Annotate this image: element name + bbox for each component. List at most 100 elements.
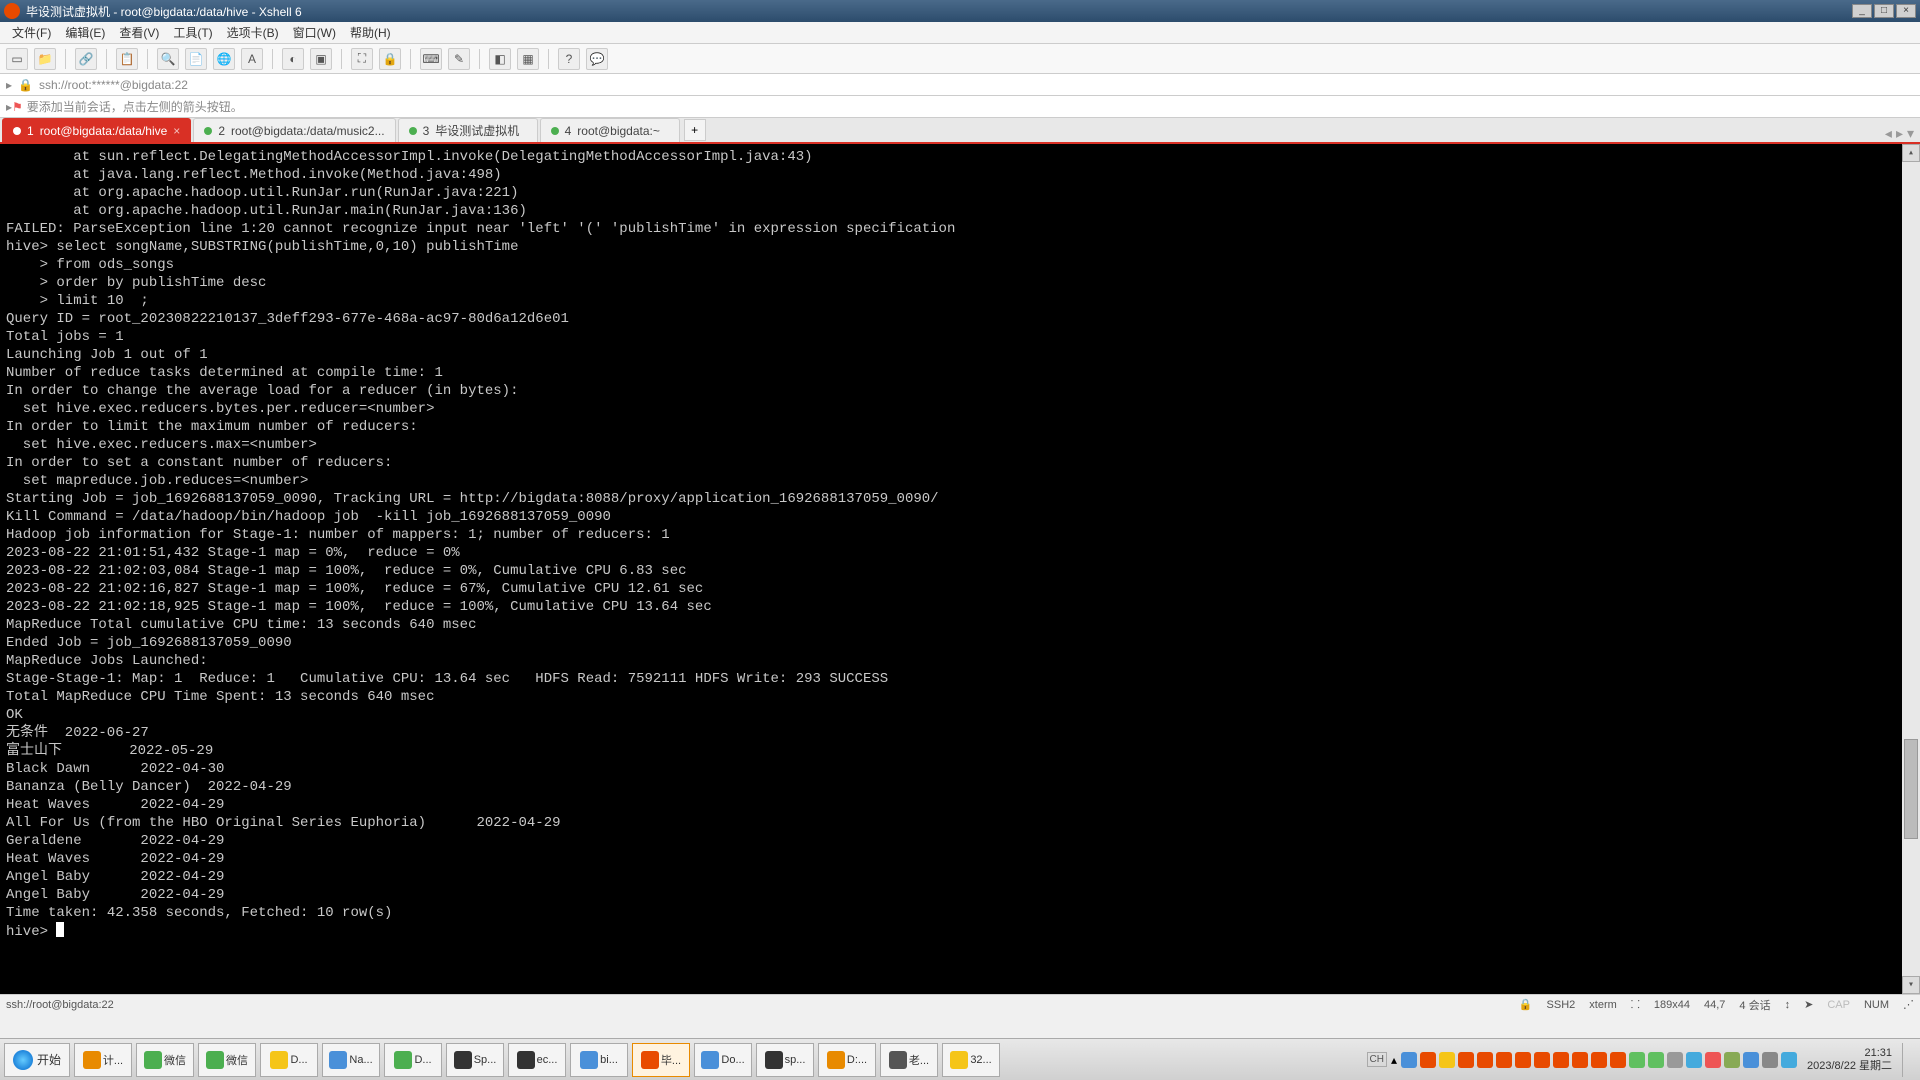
arrow-icon[interactable]: ➤	[1804, 998, 1813, 1011]
tray-icon[interactable]	[1553, 1052, 1569, 1068]
session-tab-4[interactable]: 4 root@bigdata:~	[540, 118, 680, 142]
terminal[interactable]: at sun.reflect.DelegatingMethodAccessorI…	[0, 144, 1920, 994]
titlebar[interactable]: 毕设测试虚拟机 - root@bigdata:/data/hive - Xshe…	[0, 0, 1920, 22]
taskbar-app-button[interactable]: D:...	[818, 1043, 876, 1077]
app-label: D:...	[847, 1054, 867, 1066]
resize-grip-icon[interactable]: ⋰	[1903, 998, 1914, 1011]
tray-icon[interactable]	[1591, 1052, 1607, 1068]
tray-icon[interactable]	[1648, 1052, 1664, 1068]
taskbar-app-button[interactable]: bi...	[570, 1043, 628, 1077]
menu-view[interactable]: 查看(V)	[113, 22, 165, 43]
search-button[interactable]: 🔍	[157, 48, 179, 70]
tray-icon[interactable]	[1496, 1052, 1512, 1068]
scroll-down-icon[interactable]: ▾	[1902, 976, 1920, 994]
menu-tabs[interactable]: 选项卡(B)	[221, 22, 285, 43]
open-button[interactable]: 📁	[34, 48, 56, 70]
minimize-button[interactable]: _	[1852, 4, 1872, 18]
globe-button[interactable]: 🌐	[213, 48, 235, 70]
tray-icon[interactable]	[1534, 1052, 1550, 1068]
edit-button[interactable]: ✎	[448, 48, 470, 70]
ime-icon[interactable]: CH	[1367, 1052, 1387, 1067]
copy-button[interactable]: 📋	[116, 48, 138, 70]
session-tab-3[interactable]: 3 毕设测试虚拟机	[398, 118, 538, 142]
new-tab-button[interactable]: +	[684, 119, 706, 141]
taskbar-app-button[interactable]: 老...	[880, 1043, 938, 1077]
taskbar-app-button[interactable]: Na...	[322, 1043, 380, 1077]
taskbar-app-button[interactable]: 计...	[74, 1043, 132, 1077]
tab-close-icon[interactable]: ×	[173, 124, 180, 138]
window-title: 毕设测试虚拟机 - root@bigdata:/data/hive - Xshe…	[26, 3, 302, 20]
system-tray: CH ▴ 21:31 2023/8/22 星期二	[1367, 1043, 1916, 1077]
taskbar: 开始 计...微信微信D...Na...D...Sp...ec...bi...毕…	[0, 1038, 1920, 1080]
tray-icon[interactable]	[1724, 1052, 1740, 1068]
up-down-icon[interactable]: ↕	[1785, 999, 1791, 1011]
menu-help[interactable]: 帮助(H)	[344, 22, 397, 43]
screen-button[interactable]: ▣	[310, 48, 332, 70]
status-dot-icon	[204, 127, 212, 135]
tray-icon[interactable]	[1686, 1052, 1702, 1068]
circle-button[interactable]: ◐	[282, 48, 304, 70]
expand-icon[interactable]: ▸	[6, 78, 12, 92]
tray-icon[interactable]	[1401, 1052, 1417, 1068]
fullscreen-button[interactable]: ⛶	[351, 48, 373, 70]
tray-icon[interactable]	[1458, 1052, 1474, 1068]
tray-icon[interactable]	[1629, 1052, 1645, 1068]
tray-icon[interactable]	[1477, 1052, 1493, 1068]
menu-window[interactable]: 窗口(W)	[287, 22, 342, 43]
tray-icon[interactable]	[1705, 1052, 1721, 1068]
taskbar-app-button[interactable]: sp...	[756, 1043, 814, 1077]
toolbar: ▭ 📁 🔗 📋 🔍 📄 🌐 A ◐ ▣ ⛶ 🔒 ⌨ ✎ ◧ ▦ ? 💬	[0, 44, 1920, 74]
tab-label: 毕设测试虚拟机	[435, 122, 519, 139]
chat-button[interactable]: 💬	[586, 48, 608, 70]
taskbar-app-button[interactable]: 32...	[942, 1043, 1000, 1077]
app-icon	[270, 1051, 288, 1069]
taskbar-app-button[interactable]: D...	[260, 1043, 318, 1077]
tray-icon[interactable]	[1572, 1052, 1588, 1068]
session-tab-2[interactable]: 2 root@bigdata:/data/music2...	[193, 118, 395, 142]
taskbar-app-button[interactable]: ec...	[508, 1043, 566, 1077]
app-label: 微信	[164, 1052, 186, 1068]
status-bar: ssh://root@bigdata:22 🔒 SSH2 xterm ⸬ 189…	[0, 994, 1920, 1014]
lock-button[interactable]: 🔒	[379, 48, 401, 70]
address-text[interactable]: ssh://root:******@bigdata:22	[39, 78, 188, 92]
scrollbar[interactable]: ▴ ▾	[1902, 144, 1920, 994]
font-button[interactable]: A	[241, 48, 263, 70]
split-button[interactable]: ◧	[489, 48, 511, 70]
tab-list-icon[interactable]: ▾	[1907, 125, 1914, 142]
close-button[interactable]: ×	[1896, 4, 1916, 18]
taskbar-app-button[interactable]: 微信	[136, 1043, 194, 1077]
clock[interactable]: 21:31 2023/8/22 星期二	[1801, 1047, 1898, 1073]
tray-icon[interactable]	[1515, 1052, 1531, 1068]
tab-prev-icon[interactable]: ◂	[1885, 125, 1892, 142]
menu-file[interactable]: 文件(F)	[6, 22, 57, 43]
taskbar-app-button[interactable]: 毕...	[632, 1043, 690, 1077]
taskbar-app-button[interactable]: Sp...	[446, 1043, 504, 1077]
status-dot-icon	[551, 127, 559, 135]
tray-icon[interactable]	[1762, 1052, 1778, 1068]
paste-button[interactable]: 📄	[185, 48, 207, 70]
start-button[interactable]: 开始	[4, 1043, 70, 1077]
tray-icon[interactable]	[1439, 1052, 1455, 1068]
tray-icon[interactable]	[1667, 1052, 1683, 1068]
tab-next-icon[interactable]: ▸	[1896, 125, 1903, 142]
scroll-up-icon[interactable]: ▴	[1902, 144, 1920, 162]
taskbar-app-button[interactable]: D...	[384, 1043, 442, 1077]
tray-icon[interactable]	[1743, 1052, 1759, 1068]
menu-tools[interactable]: 工具(T)	[167, 22, 218, 43]
tray-icon[interactable]	[1420, 1052, 1436, 1068]
taskbar-app-button[interactable]: Do...	[694, 1043, 752, 1077]
connect-button[interactable]: 🔗	[75, 48, 97, 70]
new-button[interactable]: ▭	[6, 48, 28, 70]
taskbar-app-button[interactable]: 微信	[198, 1043, 256, 1077]
tray-expand-icon[interactable]: ▴	[1391, 1053, 1397, 1067]
help-button[interactable]: ?	[558, 48, 580, 70]
maximize-button[interactable]: □	[1874, 4, 1894, 18]
keyboard-button[interactable]: ⌨	[420, 48, 442, 70]
scrollbar-thumb[interactable]	[1904, 739, 1918, 839]
tray-icon[interactable]	[1610, 1052, 1626, 1068]
show-desktop-button[interactable]	[1902, 1043, 1912, 1077]
session-tab-1[interactable]: 1 root@bigdata:/data/hive ×	[2, 118, 191, 142]
menu-edit[interactable]: 编辑(E)	[59, 22, 111, 43]
tray-icon[interactable]	[1781, 1052, 1797, 1068]
layout-button[interactable]: ▦	[517, 48, 539, 70]
